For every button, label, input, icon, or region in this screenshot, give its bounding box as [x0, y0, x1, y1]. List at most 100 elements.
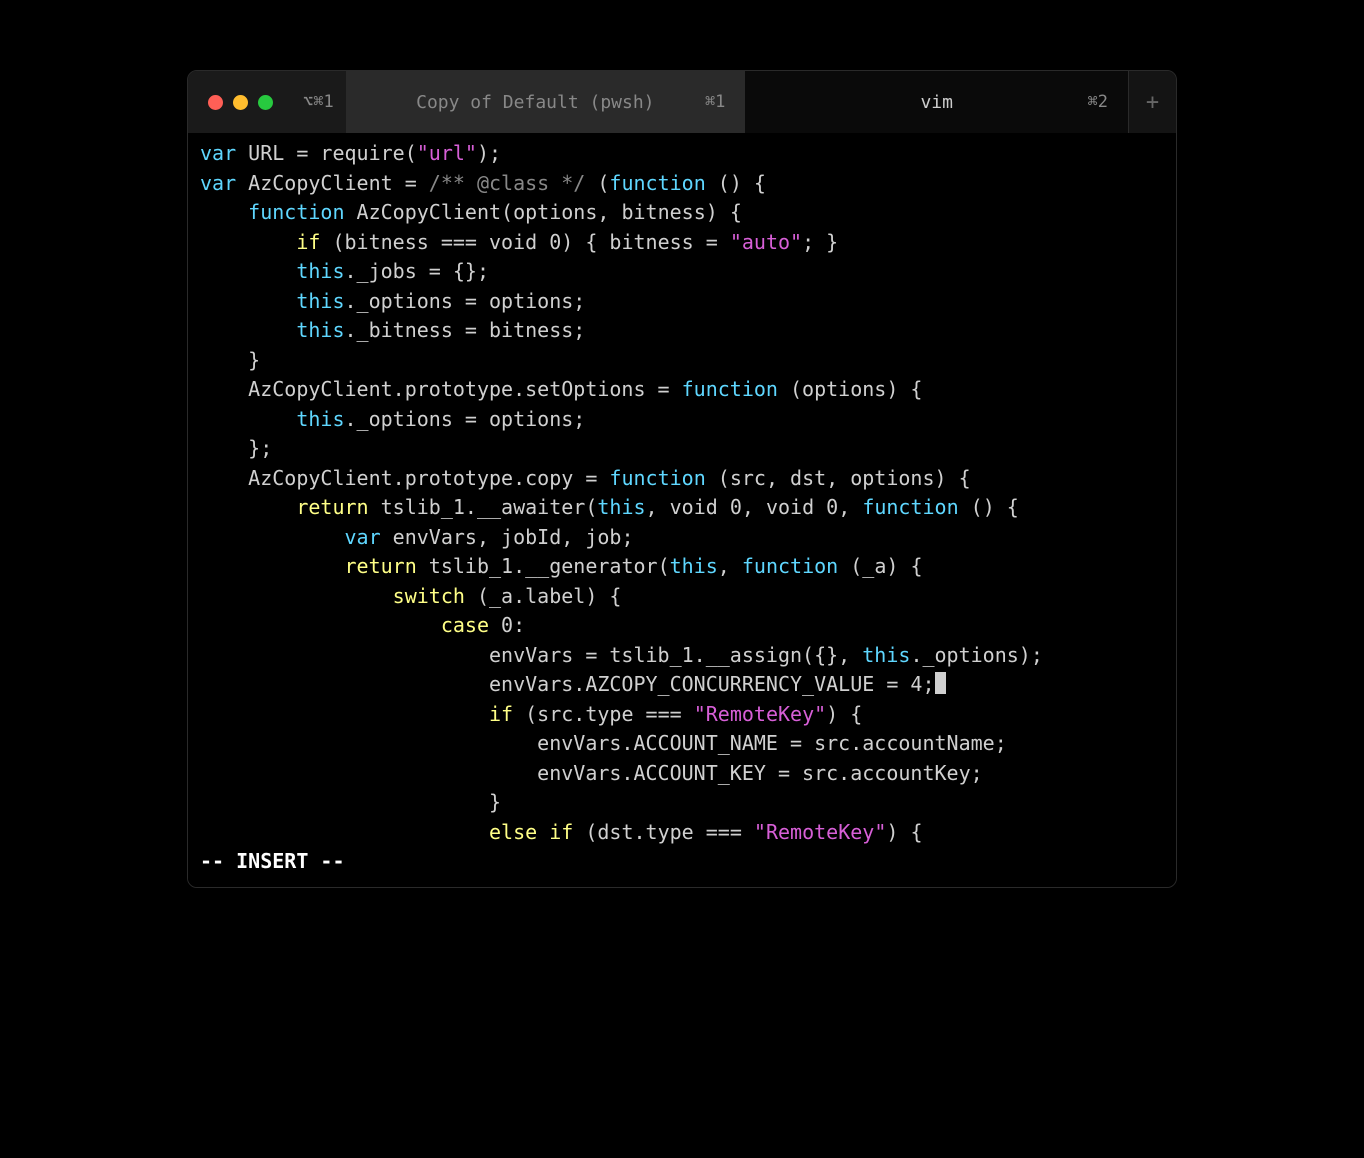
- code-token: (dst.type ===: [573, 820, 754, 844]
- code-token: [200, 230, 296, 254]
- code-token: function: [682, 377, 778, 401]
- code-token: envVars, jobId, job;: [381, 525, 634, 549]
- code-token: AzCopyClient(options, bitness) {: [345, 200, 742, 224]
- code-token: "url": [417, 141, 477, 165]
- code-line: }: [200, 346, 1164, 376]
- close-button[interactable]: [208, 95, 223, 110]
- code-token: ._options = options;: [345, 407, 586, 431]
- code-token: case: [441, 613, 489, 637]
- code-token: switch: [393, 584, 465, 608]
- code-token: return: [345, 554, 417, 578]
- code-token: 0: [501, 613, 513, 637]
- code-token: ;: [922, 672, 934, 696]
- code-token: (src.type ===: [513, 702, 694, 726]
- code-token: tslib_1.__generator(: [417, 554, 670, 578]
- code-token: this: [296, 407, 344, 431]
- code-line: case 0:: [200, 611, 1164, 641]
- code-line: envVars.ACCOUNT_KEY = src.accountKey;: [200, 759, 1164, 789]
- code-token: envVars = tslib_1.__assign({},: [200, 643, 862, 667]
- traffic-lights: [188, 95, 291, 110]
- code-token: (options) {: [778, 377, 923, 401]
- code-token: this: [597, 495, 645, 519]
- maximize-button[interactable]: [258, 95, 273, 110]
- code-token: ) {: [826, 702, 862, 726]
- code-token: }: [200, 348, 260, 372]
- code-token: URL = require(: [236, 141, 417, 165]
- code-token: ) {: [886, 820, 922, 844]
- code-token: function: [609, 466, 705, 490]
- code-token: 0: [730, 495, 742, 519]
- code-token: [200, 289, 296, 313]
- code-token: "RemoteKey": [754, 820, 886, 844]
- code-token: 0: [549, 230, 561, 254]
- code-token: function: [248, 200, 344, 224]
- code-token: ,: [838, 495, 862, 519]
- code-token: var: [345, 525, 381, 549]
- code-token: AzCopyClient =: [236, 171, 429, 195]
- terminal-window: ⌥⌘1 Copy of Default (pwsh) ⌘1 vim ⌘2 + v…: [187, 70, 1177, 888]
- code-line: function AzCopyClient(options, bitness) …: [200, 198, 1164, 228]
- code-token: ; }: [802, 230, 838, 254]
- code-token: this: [296, 318, 344, 342]
- code-token: );: [477, 141, 501, 165]
- code-token: [200, 613, 441, 637]
- code-token: if: [296, 230, 320, 254]
- tab-label: vim: [765, 92, 1108, 113]
- code-line: if (src.type === "RemoteKey") {: [200, 700, 1164, 730]
- code-line: envVars.ACCOUNT_NAME = src.accountName;: [200, 729, 1164, 759]
- code-token: [200, 259, 296, 283]
- tab-vim[interactable]: vim ⌘2: [745, 71, 1128, 133]
- code-token: [537, 820, 549, 844]
- tab-shortcut: ⌘1: [705, 92, 725, 112]
- code-token: var: [200, 171, 236, 195]
- code-token: if: [489, 702, 513, 726]
- code-token: envVars.ACCOUNT_NAME = src.accountName;: [200, 731, 1007, 755]
- code-token: [489, 613, 501, 637]
- code-line: switch (_a.label) {: [200, 582, 1164, 612]
- minimize-button[interactable]: [233, 95, 248, 110]
- new-tab-button[interactable]: +: [1128, 71, 1176, 133]
- code-line: var envVars, jobId, job;: [200, 523, 1164, 553]
- code-line: AzCopyClient.prototype.copy = function (…: [200, 464, 1164, 494]
- code-line: if (bitness === void 0) { bitness = "aut…: [200, 228, 1164, 258]
- code-token: envVars.ACCOUNT_KEY = src.accountKey;: [200, 761, 983, 785]
- code-line: else if (dst.type === "RemoteKey") {: [200, 818, 1164, 848]
- code-token: "auto": [730, 230, 802, 254]
- code-line: AzCopyClient.prototype.setOptions = func…: [200, 375, 1164, 405]
- code-line: return tslib_1.__awaiter(this, void 0, v…: [200, 493, 1164, 523]
- code-token: [200, 200, 248, 224]
- code-token: () {: [959, 495, 1019, 519]
- code-area[interactable]: var URL = require("url"); var AzCopyClien…: [188, 133, 1176, 887]
- code-token: ._options);: [910, 643, 1042, 667]
- code-line: return tslib_1.__generator(this, functio…: [200, 552, 1164, 582]
- code-token: ._jobs = {};: [345, 259, 490, 283]
- code-token: [200, 820, 489, 844]
- tab-label: Copy of Default (pwsh): [366, 92, 705, 113]
- code-token: (: [585, 171, 609, 195]
- code-token: 4: [910, 672, 922, 696]
- code-line: this._bitness = bitness;: [200, 316, 1164, 346]
- code-token: if: [549, 820, 573, 844]
- code-token: [200, 702, 489, 726]
- code-token: var: [200, 141, 236, 165]
- titlebar: ⌥⌘1 Copy of Default (pwsh) ⌘1 vim ⌘2 +: [188, 71, 1176, 133]
- code-token: function: [609, 171, 705, 195]
- code-line: this._options = options;: [200, 405, 1164, 435]
- code-token: this: [862, 643, 910, 667]
- vim-status-mode: -- INSERT --: [200, 847, 1164, 883]
- tab-pwsh[interactable]: Copy of Default (pwsh) ⌘1: [346, 71, 746, 133]
- code-token: envVars.AZCOPY_CONCURRENCY_VALUE =: [200, 672, 910, 696]
- code-token: }: [200, 790, 501, 814]
- code-token: [200, 554, 345, 578]
- code-token: 0: [826, 495, 838, 519]
- tab-shortcut: ⌘2: [1088, 92, 1108, 112]
- code-token: [200, 584, 393, 608]
- code-token: AzCopyClient.prototype.setOptions =: [200, 377, 682, 401]
- code-line: this._jobs = {};: [200, 257, 1164, 287]
- code-line: }: [200, 788, 1164, 818]
- code-token: function: [742, 554, 838, 578]
- code-token: tslib_1.__awaiter(: [369, 495, 598, 519]
- code-token: else: [489, 820, 537, 844]
- code-token: this: [296, 289, 344, 313]
- code-token: [200, 407, 296, 431]
